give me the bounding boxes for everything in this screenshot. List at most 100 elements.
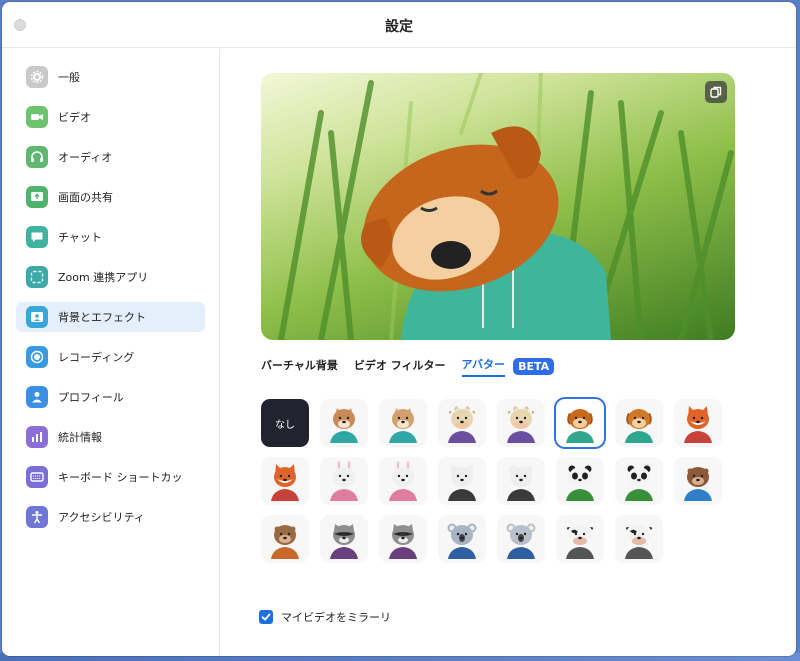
settings-window: 設定 一般ビデオオーディオ画面の共有チャット Zoom 連携アプリ 背景とエフェクト… [2,2,796,656]
avatar-bear-button[interactable] [497,457,545,505]
avatar-rabbit-button[interactable] [320,457,368,505]
accessibility-icon [26,506,48,528]
cat-avatar-icon [330,408,358,443]
sidebar-item-keyboard[interactable]: キーボード ショートカッ [16,462,205,492]
beta-badge: BETA [513,357,555,375]
raccoon-avatar-icon [330,524,358,559]
effects-tabs: バーチャル背景 ビデオ フィルター アバター BETA [261,355,555,377]
avatar-cat-button[interactable] [320,399,368,447]
avatar-raccoon-button[interactable] [379,515,427,563]
sidebar-item-label: レコーディング [58,351,135,364]
chat-bubble-icon [26,226,48,248]
preview-scene [278,73,734,340]
avatar-raccoon-button[interactable] [320,515,368,563]
fox-avatar-icon [684,406,712,443]
avatar-bear-button[interactable] [438,457,486,505]
cow-bw-avatar-icon [566,525,594,559]
panda-avatar-icon [566,465,594,501]
panda-avatar-icon [625,465,653,501]
dog-avatar-icon [566,409,594,443]
apps-icon [26,266,48,288]
sidebar-item-label: 統計情報 [58,431,102,444]
person-icon [26,386,48,408]
sidebar-item-video-camera[interactable]: ビデオ [16,102,205,132]
avatar-rabbit-button[interactable] [379,457,427,505]
avatar-panda-button[interactable] [556,457,604,505]
video-preview [261,73,735,340]
koala-avatar-icon [447,523,477,559]
otter-avatar-icon [684,467,712,501]
headphones-icon [26,146,48,168]
avatar-cow-button[interactable] [438,399,486,447]
sidebar-item-label: 一般 [58,71,80,84]
sidebar-item-share-screen[interactable]: 画面の共有 [16,182,205,212]
sidebar-item-stats[interactable]: 統計情報 [16,422,205,452]
cat-avatar-icon [389,408,417,443]
raccoon-avatar-icon [389,524,417,559]
avatar-fox-button[interactable] [261,457,309,505]
koala-avatar-icon [506,523,536,559]
avatar-cat-button[interactable] [379,399,427,447]
background-icon [26,306,48,328]
sidebar-item-gear[interactable]: 一般 [16,62,205,92]
window-title: 設定 [385,19,413,35]
gear-icon [26,66,48,88]
sidebar-item-label: Zoom 連携アプリ [58,271,149,284]
dog-avatar-icon [625,409,653,443]
avatar-dog-button[interactable] [615,399,663,447]
sidebar-item-chat-bubble[interactable]: チャット [16,222,205,252]
avatar-fox-button[interactable] [674,399,722,447]
stats-icon [26,426,48,448]
main-panel: バーチャル背景 ビデオ フィルター アバター BETA なし マイビデオをミラー… [221,49,796,656]
avatar-cow-bw-button[interactable] [615,515,663,563]
sidebar-item-label: 背景とエフェクト [58,311,146,324]
avatar-otter-button[interactable] [261,515,309,563]
keyboard-icon [26,466,48,488]
sidebar-item-person[interactable]: プロフィール [16,382,205,412]
copy-icon[interactable] [705,81,727,103]
sidebar-item-record[interactable]: レコーディング [16,342,205,372]
fox-avatar-icon [271,464,299,501]
mirror-video-label: マイビデオをミラーリ [281,611,391,624]
sidebar-item-label: プロフィール [58,391,124,404]
avatar-dog-button[interactable] [556,399,604,447]
sidebar-item-headphones[interactable]: オーディオ [16,142,205,172]
sidebar-item-label: アクセシビリティ [58,511,145,524]
sidebar-item-label: キーボード ショートカッ [58,471,183,484]
sidebar-item-label: 画面の共有 [58,191,113,204]
tab-virtual-background[interactable]: バーチャル背景 [261,357,338,376]
avatar-cow-button[interactable] [497,399,545,447]
mirror-video-checkbox[interactable] [259,610,273,624]
video-camera-icon [26,106,48,128]
bear-avatar-icon [448,465,476,501]
avatar-none-label: なし [275,419,295,431]
sidebar-item-background[interactable]: 背景とエフェクト [16,302,205,332]
rabbit-avatar-icon [330,461,358,501]
avatar-koala-button[interactable] [497,515,545,563]
title-bar: 設定 [2,2,796,48]
sidebar-item-accessibility[interactable]: アクセシビリティ [16,502,205,532]
tab-avatar[interactable]: アバター [461,356,506,377]
tab-video-filter[interactable]: ビデオ フィルター [354,357,446,376]
cow-avatar-icon [507,406,535,443]
avatar-cow-bw-button[interactable] [556,515,604,563]
checkmark-icon [261,613,271,621]
otter-avatar-icon [271,525,299,559]
sidebar-item-label: ビデオ [58,111,91,124]
avatar-none-button[interactable]: なし [261,399,309,447]
avatar-grid: なし [261,399,731,563]
cow-avatar-icon [448,406,476,443]
avatar-koala-button[interactable] [438,515,486,563]
share-screen-icon [26,186,48,208]
mirror-video-option[interactable]: マイビデオをミラーリ [259,609,391,625]
sidebar-item-label: チャット [58,231,102,244]
sidebar-item-label: オーディオ [58,151,113,164]
cow-bw-avatar-icon [625,525,653,559]
rabbit-avatar-icon [389,461,417,501]
settings-sidebar: 一般ビデオオーディオ画面の共有チャット Zoom 連携アプリ 背景とエフェクト レコー… [2,49,220,656]
sidebar-item-apps[interactable]: Zoom 連携アプリ [16,262,205,292]
bear-avatar-icon [507,465,535,501]
avatar-otter-button[interactable] [674,457,722,505]
avatar-panda-button[interactable] [615,457,663,505]
record-icon [26,346,48,368]
